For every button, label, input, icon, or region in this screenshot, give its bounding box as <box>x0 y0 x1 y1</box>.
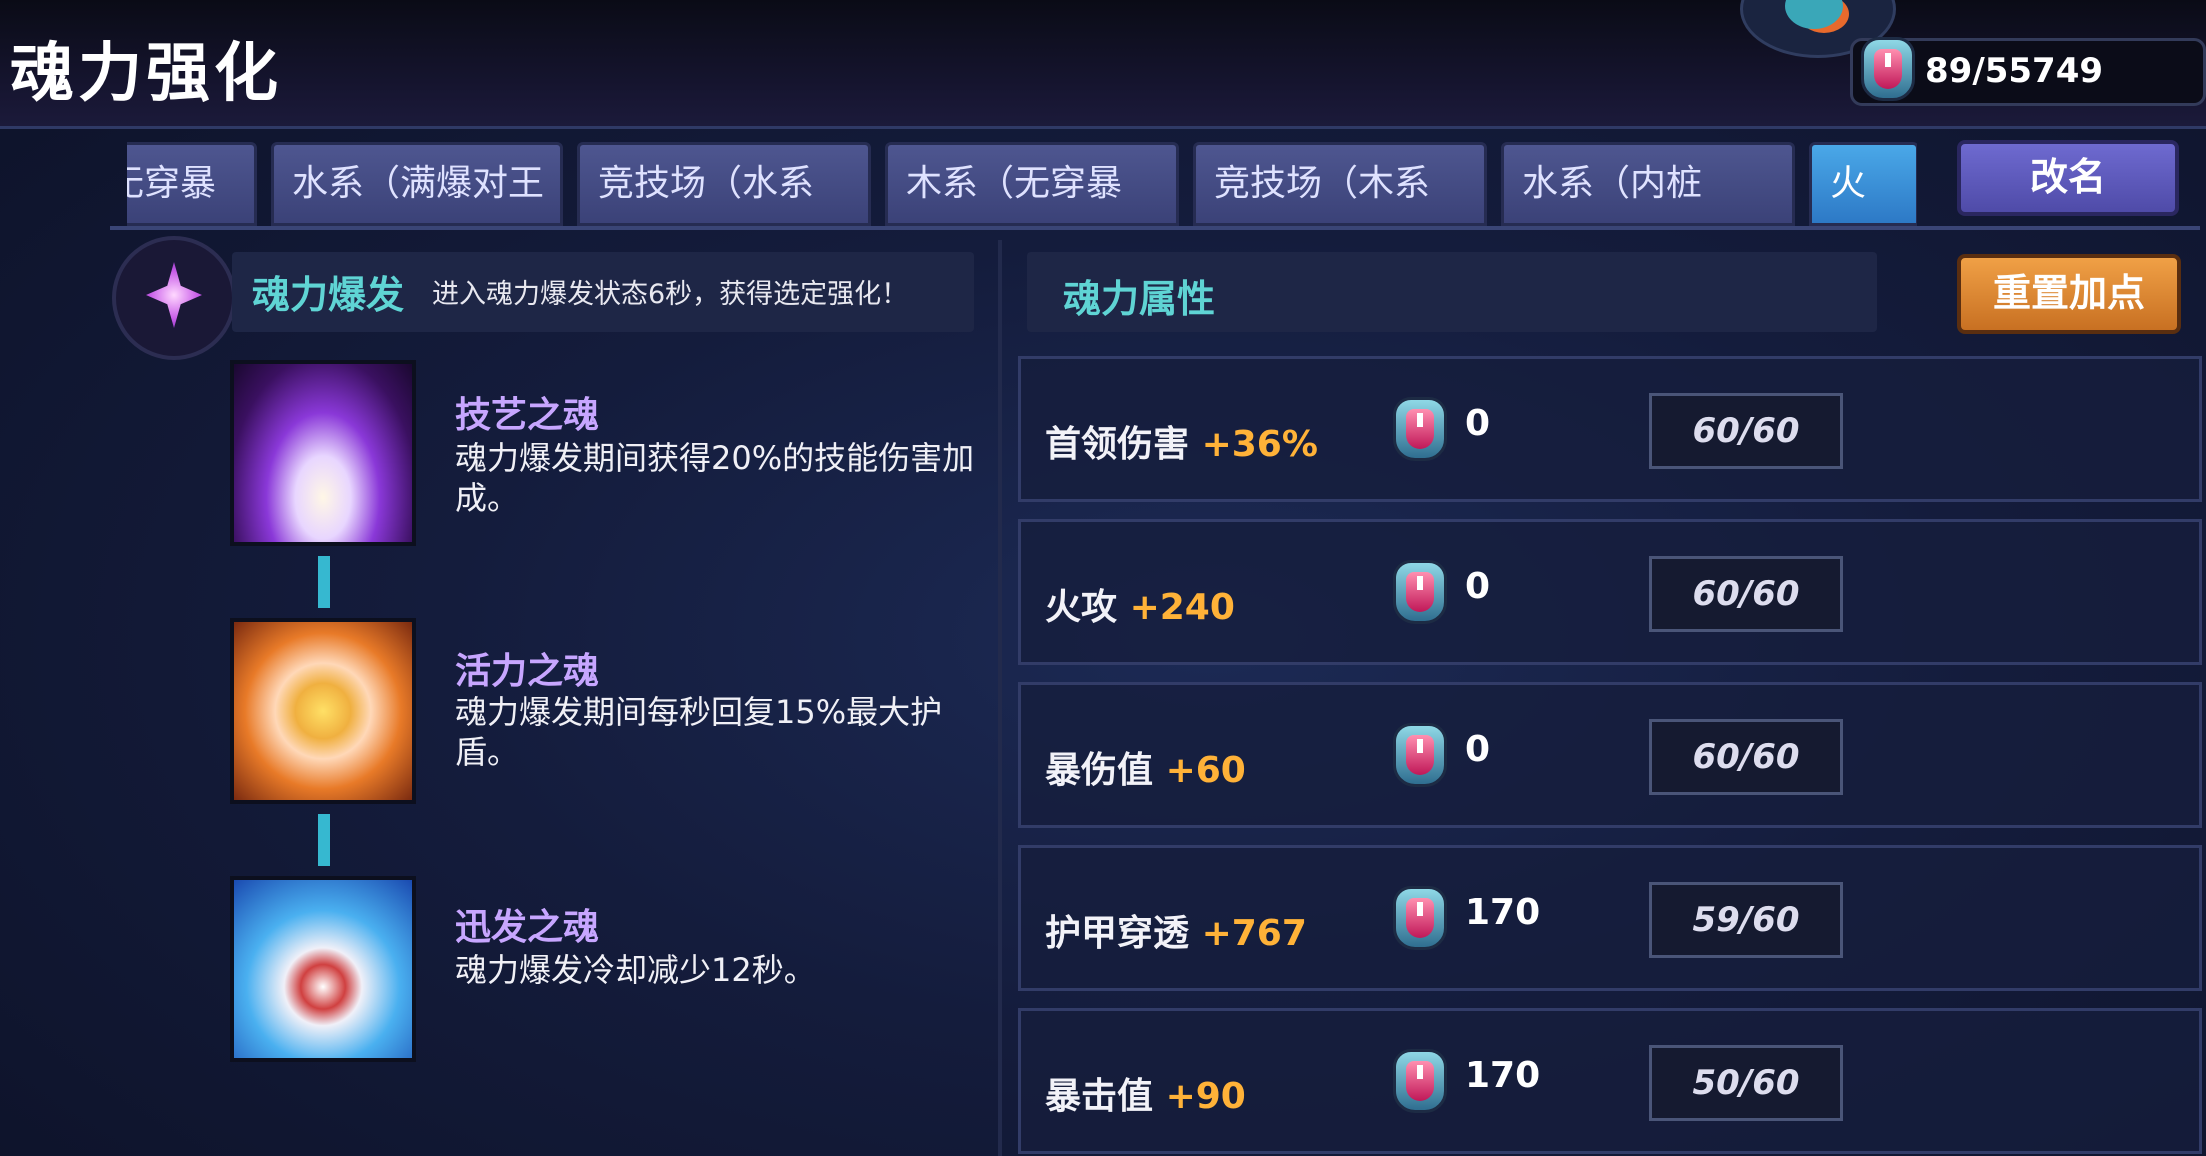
attribute-bonus: +240 <box>1129 587 1235 628</box>
soul-gem-icon <box>1393 1049 1447 1113</box>
tab-preset-6[interactable]: 水系（内桩 <box>1501 142 1795 226</box>
attribute-bonus: +60 <box>1165 750 1246 791</box>
soul-attributes-title: 魂力属性 <box>1063 277 1216 321</box>
attribute-row-fire-attack[interactable]: 火攻 +240 0 60/60 <box>1018 519 2202 665</box>
tab-preset-7-active[interactable]: 火 <box>1809 142 1917 226</box>
skill-name-2: 活力之魂 <box>455 651 600 692</box>
skill-name-1: 技艺之魂 <box>455 395 600 436</box>
attribute-row-boss-damage[interactable]: 首领伤害 +36% 0 60/60 <box>1018 356 2202 502</box>
skill-connector <box>318 814 330 866</box>
attribute-bonus: +90 <box>1165 1076 1246 1117</box>
attribute-label: 首领伤害 <box>1045 424 1190 465</box>
attribute-cost: 0 <box>1465 729 1491 770</box>
rename-button[interactable]: 改名 <box>1957 140 2179 216</box>
attribute-progress: 50/60 <box>1649 1045 1843 1121</box>
panel-divider <box>998 240 1002 1156</box>
skill-name-3: 迅发之魂 <box>455 907 600 948</box>
reset-points-button[interactable]: 重置加点 <box>1957 254 2181 334</box>
soul-gem-icon <box>1861 37 1915 101</box>
soul-gem-icon <box>1393 560 1447 624</box>
attribute-progress: 59/60 <box>1649 882 1843 958</box>
page-title: 魂力强化 <box>10 37 282 111</box>
attribute-row-armor-penetration[interactable]: 护甲穿透 +767 170 59/60 <box>1018 845 2202 991</box>
soul-currency-counter: 89/55749 <box>1850 37 2206 106</box>
attribute-cost: 170 <box>1465 892 1541 933</box>
attribute-cost: 0 <box>1465 403 1491 444</box>
skill-desc-3: 魂力爆发冷却减少12秒。 <box>455 951 816 989</box>
attribute-progress: 60/60 <box>1649 556 1843 632</box>
skill-desc-2: 魂力爆发期间每秒回复15%最大护盾。 <box>455 693 943 771</box>
top-bar: 魂力强化 89/55749 <box>0 0 2206 129</box>
attribute-bonus: +36% <box>1201 424 1318 465</box>
preset-tabs: 无穿暴 水系（满爆对王 竞技场（水系 木系（无穿暴 竞技场（木系 水系（内桩 火 <box>127 142 1917 226</box>
soul-gem-icon <box>1393 397 1447 461</box>
tab-preset-2[interactable]: 水系（满爆对王 <box>271 142 563 226</box>
attribute-row-crit-damage[interactable]: 暴伤值 +60 0 60/60 <box>1018 682 2202 828</box>
attribute-label: 暴击值 <box>1045 1076 1154 1117</box>
soul-gem-icon <box>1393 886 1447 950</box>
tab-divider <box>110 226 2200 230</box>
attribute-row-crit-rate[interactable]: 暴击值 +90 170 50/60 <box>1018 1008 2202 1154</box>
tab-preset-5[interactable]: 竞技场（木系 <box>1193 142 1487 226</box>
soul-burst-description: 进入魂力爆发状态6秒，获得选定强化！ <box>432 279 909 310</box>
tab-preset-3[interactable]: 竞技场（水系 <box>577 142 871 226</box>
soul-burst-icon <box>112 236 236 360</box>
skill-desc-1: 魂力爆发期间获得20%的技能伤害加成。 <box>455 439 975 517</box>
skill-connector <box>318 556 330 608</box>
skill-soul-of-vitality-icon[interactable] <box>230 618 416 804</box>
soul-burst-title: 魂力爆发 <box>252 273 405 317</box>
skill-soul-of-swiftness-icon[interactable] <box>230 876 416 1062</box>
attribute-label: 护甲穿透 <box>1045 913 1190 954</box>
tab-preset-1[interactable]: 无穿暴 <box>127 142 257 226</box>
tab-preset-4[interactable]: 木系（无穿暴 <box>885 142 1179 226</box>
attribute-bonus: +767 <box>1201 913 1307 954</box>
currency-value: 89/55749 <box>1925 51 2104 91</box>
soul-gem-icon <box>1393 723 1447 787</box>
skill-soul-of-art-icon[interactable] <box>230 360 416 546</box>
attribute-label: 暴伤值 <box>1045 750 1154 791</box>
attribute-label: 火攻 <box>1045 587 1118 628</box>
attribute-cost: 170 <box>1465 1055 1541 1096</box>
attribute-cost: 0 <box>1465 566 1491 607</box>
attribute-progress: 60/60 <box>1649 393 1843 469</box>
attribute-progress: 60/60 <box>1649 719 1843 795</box>
